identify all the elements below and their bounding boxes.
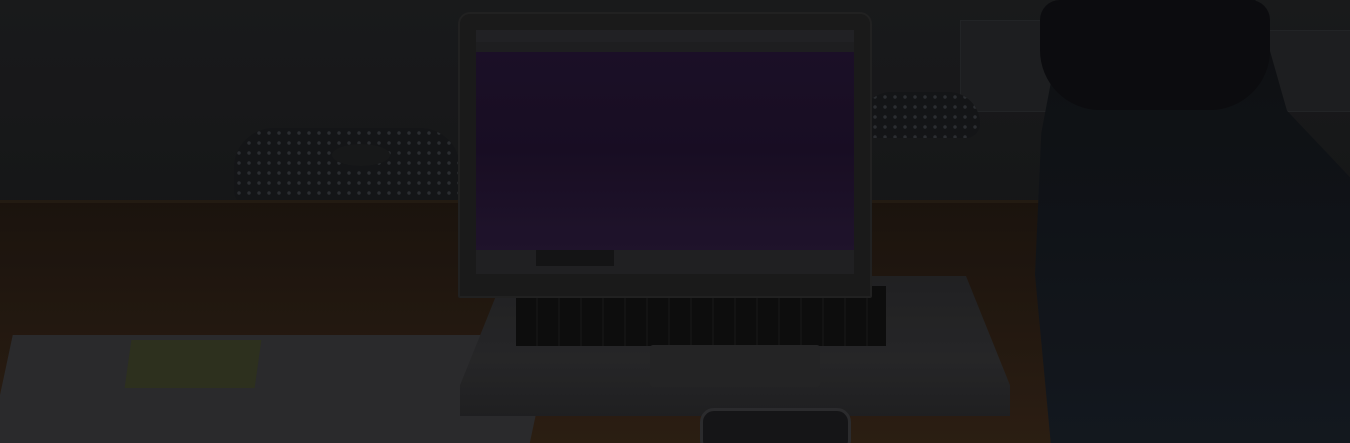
chair-back-right [860, 92, 980, 138]
screen-footer [476, 250, 854, 274]
laptop-icon [458, 12, 872, 298]
chair-back-left [234, 128, 460, 208]
hero-banner [0, 0, 1350, 443]
phone-icon [700, 408, 851, 443]
shoe [1040, 0, 1270, 110]
laptop-screen [476, 30, 854, 274]
sticky-note [124, 340, 262, 388]
browser-toolbar [476, 42, 854, 52]
screen-dock [536, 250, 614, 266]
chair-handle-hole [332, 144, 390, 166]
browser-viewport [476, 52, 854, 250]
laptop-trackpad [650, 345, 820, 387]
browser-tab-bar [476, 30, 854, 42]
